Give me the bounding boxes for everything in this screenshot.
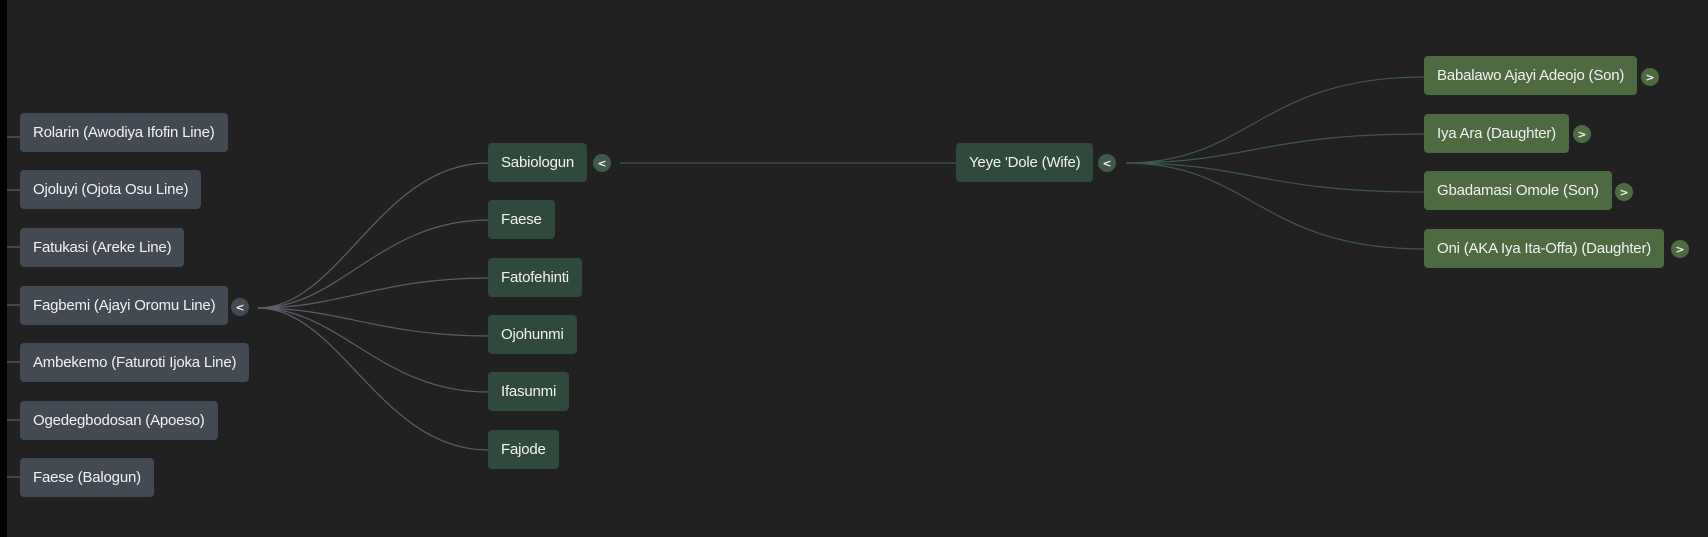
expand-toggle-gbadamasi[interactable]: > bbox=[1615, 183, 1633, 201]
left-node-fatukasi[interactable]: Fatukasi (Areke Line) bbox=[20, 228, 185, 267]
middle-node-ojohunmi[interactable]: Ojohunmi bbox=[488, 315, 577, 354]
connector-curve bbox=[257, 307, 489, 451]
connector-curve bbox=[257, 307, 489, 393]
left-node-ojoluyi[interactable]: Ojoluyi (Ojota Osu Line) bbox=[20, 170, 202, 209]
center-node-yeye-dole[interactable]: Yeye 'Dole (Wife) bbox=[956, 143, 1094, 182]
right-node-babalawo[interactable]: Babalawo Ajayi Adeojo (Son) bbox=[1424, 56, 1638, 95]
expand-toggle-oni[interactable]: > bbox=[1671, 240, 1689, 258]
connector-curve bbox=[1125, 162, 1425, 250]
middle-node-sabiologun[interactable]: Sabiologun bbox=[488, 143, 588, 182]
collapse-toggle-yeye-dole[interactable]: < bbox=[1098, 154, 1116, 172]
connector-curve bbox=[257, 162, 489, 309]
mind-map-canvas: Rolarin (Awodiya Ifofin Line) Ojoluyi (O… bbox=[0, 0, 1708, 537]
right-node-oni[interactable]: Oni (AKA Iya Ita-Offa) (Daughter) bbox=[1424, 229, 1665, 268]
collapse-toggle-fagbemi[interactable]: < bbox=[231, 298, 249, 316]
middle-node-ifasunmi[interactable]: Ifasunmi bbox=[488, 372, 570, 411]
connector-curve bbox=[257, 307, 489, 337]
expand-toggle-iya-ara[interactable]: > bbox=[1573, 125, 1591, 143]
right-node-gbadamasi[interactable]: Gbadamasi Omole (Son) bbox=[1424, 171, 1612, 210]
connector-curve bbox=[257, 277, 489, 309]
left-node-fagbemi[interactable]: Fagbemi (Ajayi Oromu Line) bbox=[20, 286, 229, 325]
middle-node-fatofehinti[interactable]: Fatofehinti bbox=[488, 258, 582, 297]
middle-node-fajode[interactable]: Fajode bbox=[488, 430, 559, 469]
connector-curve bbox=[1125, 76, 1425, 164]
middle-node-faese[interactable]: Faese bbox=[488, 200, 555, 239]
left-node-ambekemo[interactable]: Ambekemo (Faturoti Ijoka Line) bbox=[20, 343, 250, 382]
left-node-ogedegbodosan[interactable]: Ogedegbodosan (Apoeso) bbox=[20, 401, 218, 440]
left-node-rolarin[interactable]: Rolarin (Awodiya Ifofin Line) bbox=[20, 113, 228, 152]
collapse-toggle-sabiologun[interactable]: < bbox=[593, 154, 611, 172]
right-node-iya-ara[interactable]: Iya Ara (Daughter) bbox=[1424, 114, 1569, 153]
left-node-faese-balogun[interactable]: Faese (Balogun) bbox=[20, 458, 154, 497]
connector-curve bbox=[257, 219, 489, 309]
expand-toggle-babalawo[interactable]: > bbox=[1641, 68, 1659, 86]
